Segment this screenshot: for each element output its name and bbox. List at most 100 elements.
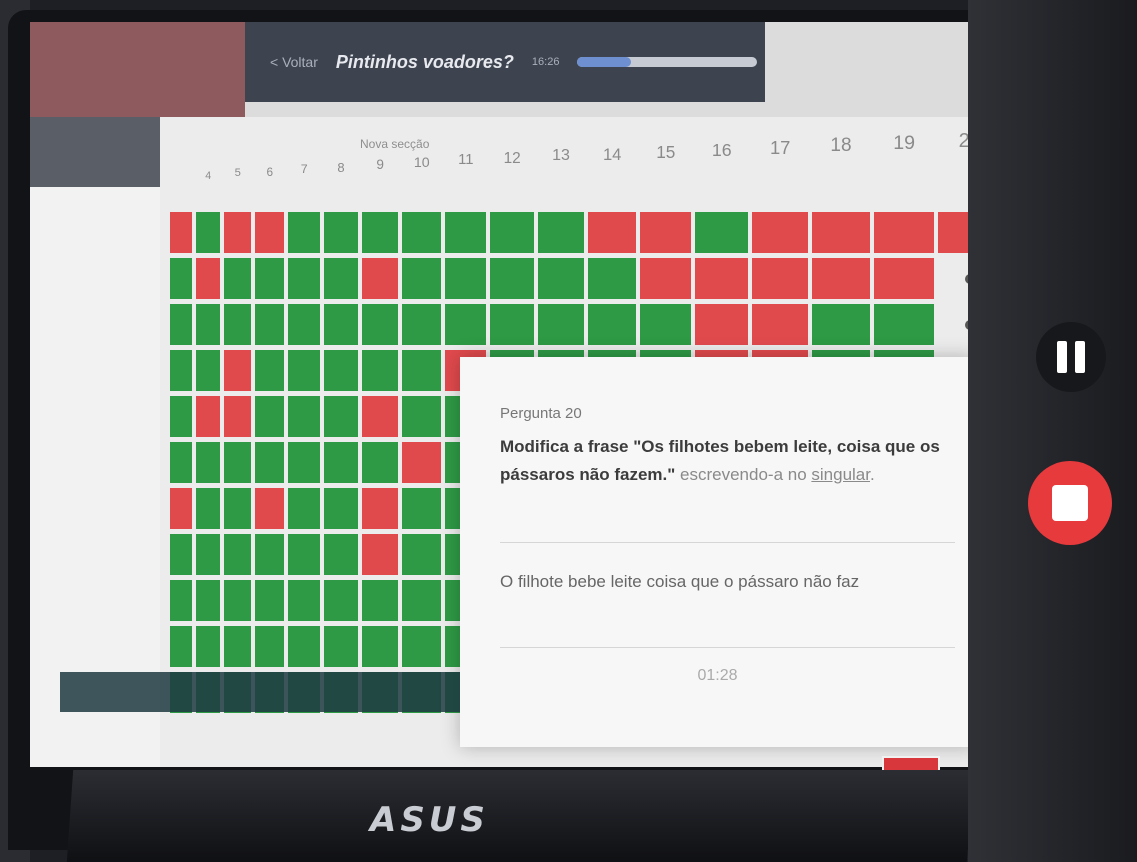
- pause-button[interactable]: [1036, 322, 1106, 392]
- answer-cell[interactable]: [402, 304, 442, 345]
- answer-cell[interactable]: [874, 258, 935, 299]
- answer-cell[interactable]: [695, 304, 749, 345]
- answer-cell[interactable]: [196, 442, 221, 483]
- answer-cell[interactable]: [640, 304, 692, 345]
- answer-cell[interactable]: [224, 396, 252, 437]
- answer-cell[interactable]: [490, 212, 534, 253]
- answer-cell[interactable]: [255, 442, 285, 483]
- answer-cell[interactable]: [324, 442, 358, 483]
- answer-cell[interactable]: [874, 212, 935, 253]
- unanswered-marker[interactable]: [938, 258, 970, 299]
- answer-cell[interactable]: [938, 212, 970, 253]
- answer-cell[interactable]: [170, 488, 192, 529]
- answer-cell[interactable]: [196, 258, 221, 299]
- answer-cell[interactable]: [196, 626, 221, 667]
- answer-cell[interactable]: [588, 258, 637, 299]
- question-number[interactable]: 18: [816, 135, 866, 157]
- answer-cell[interactable]: [362, 488, 399, 529]
- answer-cell[interactable]: [402, 350, 442, 391]
- answer-cell[interactable]: [224, 626, 252, 667]
- answer-cell[interactable]: [362, 396, 399, 437]
- answer-cell[interactable]: [196, 212, 221, 253]
- answer-cell[interactable]: [224, 258, 252, 299]
- question-number[interactable]: 16: [697, 140, 747, 161]
- answer-cell[interactable]: [402, 258, 442, 299]
- answer-cell[interactable]: [255, 258, 285, 299]
- answer-cell[interactable]: [490, 258, 534, 299]
- answer-cell[interactable]: [170, 258, 192, 299]
- answer-cell[interactable]: [288, 396, 320, 437]
- unanswered-marker[interactable]: [938, 304, 970, 345]
- answer-cell[interactable]: [224, 350, 252, 391]
- answer-cell[interactable]: [224, 488, 252, 529]
- answer-cell[interactable]: [538, 304, 584, 345]
- answer-cell[interactable]: [362, 580, 399, 621]
- answer-cell[interactable]: [695, 258, 749, 299]
- question-number[interactable]: 19: [879, 132, 929, 155]
- answer-cell[interactable]: [224, 534, 252, 575]
- answer-cell[interactable]: [288, 626, 320, 667]
- answer-cell[interactable]: [324, 212, 358, 253]
- answer-cell[interactable]: [224, 442, 252, 483]
- answer-cell[interactable]: [255, 350, 285, 391]
- answer-cell[interactable]: [255, 396, 285, 437]
- question-number[interactable]: 11: [441, 152, 491, 168]
- answer-cell[interactable]: [640, 212, 692, 253]
- question-number[interactable]: 13: [536, 147, 586, 165]
- answer-cell[interactable]: [288, 212, 320, 253]
- answer-cell[interactable]: [224, 304, 252, 345]
- answer-cell[interactable]: [874, 304, 935, 345]
- answer-cell[interactable]: [255, 212, 285, 253]
- answer-cell[interactable]: [170, 304, 192, 345]
- answer-cell[interactable]: [402, 212, 442, 253]
- answer-cell[interactable]: [324, 580, 358, 621]
- answer-cell[interactable]: [255, 534, 285, 575]
- question-number[interactable]: 17: [755, 137, 805, 159]
- question-number[interactable]: 10: [397, 155, 447, 171]
- answer-cell[interactable]: [402, 626, 442, 667]
- answer-cell[interactable]: [362, 534, 399, 575]
- answer-cell[interactable]: [196, 580, 221, 621]
- answer-cell[interactable]: [588, 304, 637, 345]
- answer-cell[interactable]: [224, 212, 252, 253]
- answer-cell[interactable]: [255, 580, 285, 621]
- answer-cell[interactable]: [812, 258, 870, 299]
- answer-cell[interactable]: [588, 212, 637, 253]
- answer-cell[interactable]: [324, 396, 358, 437]
- answer-cell[interactable]: [170, 580, 192, 621]
- answer-cell[interactable]: [255, 626, 285, 667]
- answer-cell[interactable]: [402, 488, 442, 529]
- answer-cell[interactable]: [288, 580, 320, 621]
- answer-cell[interactable]: [402, 442, 442, 483]
- answer-cell[interactable]: [362, 442, 399, 483]
- answer-cell[interactable]: [196, 488, 221, 529]
- answer-cell[interactable]: [288, 488, 320, 529]
- answer-cell[interactable]: [196, 304, 221, 345]
- question-number[interactable]: 15: [641, 142, 691, 163]
- answer-cell[interactable]: [288, 534, 320, 575]
- answer-cell[interactable]: [288, 304, 320, 345]
- answer-cell[interactable]: [362, 626, 399, 667]
- answer-cell[interactable]: [324, 304, 358, 345]
- answer-cell[interactable]: [362, 212, 399, 253]
- answer-cell[interactable]: [288, 442, 320, 483]
- answer-cell[interactable]: [752, 258, 808, 299]
- stop-button[interactable]: [1028, 461, 1112, 545]
- answer-cell[interactable]: [538, 212, 584, 253]
- answer-cell[interactable]: [288, 350, 320, 391]
- answer-cell[interactable]: [402, 580, 442, 621]
- answer-cell[interactable]: [196, 534, 221, 575]
- answer-cell[interactable]: [324, 258, 358, 299]
- answer-cell[interactable]: [196, 396, 221, 437]
- answer-cell[interactable]: [362, 304, 399, 345]
- answer-cell[interactable]: [695, 212, 749, 253]
- answer-cell[interactable]: [324, 626, 358, 667]
- answer-cell[interactable]: [445, 258, 487, 299]
- answer-cell[interactable]: [324, 534, 358, 575]
- answer-cell[interactable]: [255, 488, 285, 529]
- answer-cell[interactable]: [324, 488, 358, 529]
- answer-cell[interactable]: [170, 442, 192, 483]
- answer-cell[interactable]: [288, 258, 320, 299]
- answer-cell[interactable]: [170, 212, 192, 253]
- answer-cell[interactable]: [362, 258, 399, 299]
